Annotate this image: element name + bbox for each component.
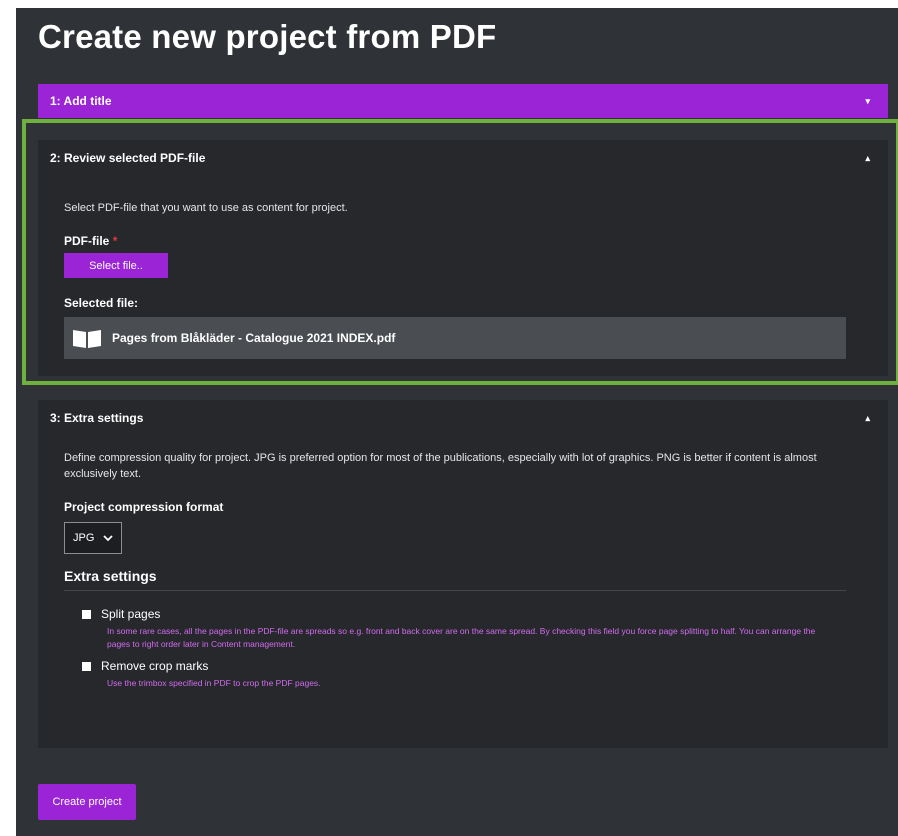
split-pages-label: Split pages [101,607,161,621]
split-pages-option[interactable]: Split pages [82,607,862,621]
step-extra-settings-header[interactable]: 3: Extra settings ▴ [38,400,888,436]
step-extra-settings-description: Define compression quality for project. … [64,452,817,480]
remove-crop-marks-checkbox[interactable] [82,661,91,671]
chevron-down-icon [103,534,113,541]
compression-format-label: Project compression format [64,500,224,514]
extra-settings-heading: Extra settings [64,568,846,591]
highlight-frame [22,119,898,385]
caret-up-icon: ▴ [865,412,870,423]
remove-crop-marks-help: Use the trimbox specified in PDF to crop… [107,678,321,688]
step-extra-settings-label: 3: Extra settings [50,411,144,425]
split-pages-help: In some rare cases, all the pages in the… [107,626,816,649]
create-project-button[interactable]: Create project [38,784,136,820]
step-add-title-label: 1: Add title [50,94,112,108]
step-add-title-header[interactable]: 1: Add title ▾ [38,84,888,118]
remove-crop-marks-label: Remove crop marks [101,659,209,673]
remove-crop-marks-option[interactable]: Remove crop marks [82,659,862,673]
page-title: Create new project from PDF [38,18,497,55]
compression-format-select[interactable]: JPG [64,522,122,554]
split-pages-checkbox[interactable] [82,609,91,619]
step-extra-settings-panel: 3: Extra settings ▴ Define compression q… [38,400,888,748]
compression-format-value: JPG [73,532,95,544]
caret-down-icon: ▾ [865,95,870,106]
